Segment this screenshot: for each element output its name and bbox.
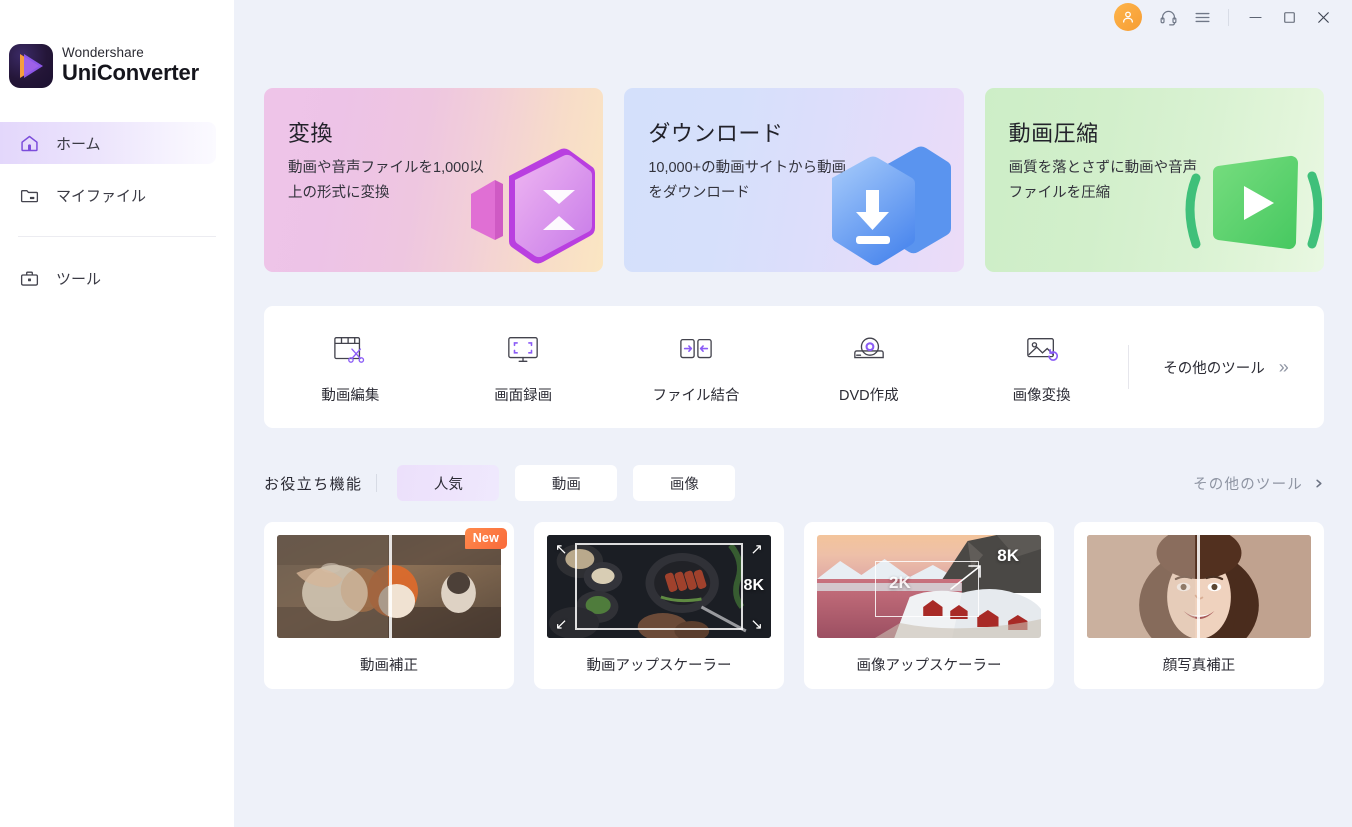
resolution-label-8k: 8K — [997, 546, 1019, 565]
filter-chip-video[interactable]: 動画 — [515, 465, 618, 501]
download-icon — [812, 132, 962, 272]
folder-icon — [18, 184, 40, 206]
tool-screen-record[interactable]: 画面録画 — [437, 330, 610, 405]
close-icon[interactable] — [1306, 0, 1340, 34]
more-tools-label: その他のツール — [1163, 360, 1265, 377]
resolution-label-8k: 8K — [743, 577, 764, 594]
tool-merge-files[interactable]: ファイル結合 — [610, 330, 783, 405]
support-headset-icon[interactable] — [1151, 0, 1185, 34]
tool-label: ファイル結合 — [652, 387, 740, 404]
tool-dvd-burn[interactable]: DVD作成 — [782, 330, 955, 405]
tool-label: DVD作成 — [838, 387, 899, 404]
feature-grid: New 動画補正 ↖ ↗ ↙ ↘ 8K 動画アップスケーラー 2K 8K 画像ア… — [264, 522, 1324, 689]
filter-divider — [376, 474, 378, 492]
grid-card-video-upscaler[interactable]: ↖ ↗ ↙ ↘ 8K 動画アップスケーラー — [534, 522, 784, 689]
hamburger-menu-icon[interactable] — [1185, 0, 1219, 34]
filter-chip-image[interactable]: 画像 — [633, 465, 736, 501]
feature-card-convert[interactable]: 変換 動画や音声ファイルを1,000以上の形式に変換 — [264, 88, 604, 272]
grid-card-image-upscaler[interactable]: 2K 8K 画像アップスケーラー — [804, 522, 1054, 689]
home-icon — [18, 132, 40, 154]
merge-files-icon — [675, 330, 717, 370]
toolbox-icon — [18, 267, 40, 289]
upscale-arrow-icon: ↙ — [555, 616, 568, 633]
feature-card-row: 変換 動画や音声ファイルを1,000以上の形式に変換 ダウンロード 10,000… — [234, 34, 1352, 272]
grid-card-label: 顔写真補正 — [1162, 658, 1236, 674]
sidebar-item-label: ホーム — [56, 135, 101, 153]
compress-icon — [1172, 132, 1323, 272]
filter-chip-label: 画像 — [669, 476, 699, 493]
feature-card-title: 変換 — [288, 121, 334, 146]
sidebar-item-label: ツール — [56, 270, 102, 288]
upscale-arrow-icon — [950, 565, 981, 590]
maximize-icon[interactable] — [1272, 0, 1306, 34]
tool-label: 画像変換 — [1012, 387, 1071, 404]
convert-icon — [451, 132, 601, 272]
video-edit-scissors-icon — [329, 330, 371, 370]
mountain-upscale-thumbnail: 2K 8K — [817, 535, 1041, 638]
more-tools-link-label: その他のツール — [1193, 476, 1303, 493]
image-convert-icon — [1021, 330, 1063, 370]
grid-card-label: 動画アップスケーラー — [586, 658, 732, 674]
feature-card-download[interactable]: ダウンロード 10,000+の動画サイトから動画をダウンロード — [624, 88, 964, 272]
sidebar-item-tools[interactable]: ツール — [0, 257, 216, 299]
filter-chip-label: 人気 — [433, 476, 463, 493]
feature-card-title: ダウンロード — [648, 121, 784, 146]
sidebar-divider — [18, 236, 216, 237]
sidebar-item-myfiles[interactable]: マイファイル — [0, 174, 216, 216]
double-chevron-right-icon: » — [1278, 357, 1289, 377]
user-avatar-icon[interactable] — [1114, 3, 1142, 31]
application-window: Wondershare UniConverter ホーム マイファイル ツール … — [0, 0, 1352, 827]
grid-card-label: 画像アップスケーラー — [856, 658, 1002, 674]
sidebar-item-label: マイファイル — [56, 187, 147, 205]
portrait-before-after-thumbnail — [1087, 535, 1311, 638]
sidebar-nav: ホーム マイファイル ツール — [0, 122, 234, 299]
upscale-arrow-icon: ↖ — [555, 541, 568, 558]
sidebar-item-home[interactable]: ホーム — [0, 122, 216, 164]
resolution-label-2k: 2K — [889, 573, 911, 592]
upscale-arrow-icon: ↗ — [750, 541, 763, 558]
titlebar-divider — [1228, 8, 1229, 26]
tool-image-convert[interactable]: 画像変換 — [955, 330, 1128, 405]
app-logo: Wondershare UniConverter — [0, 0, 234, 88]
tool-video-edit[interactable]: 動画編集 — [264, 330, 437, 405]
grid-card-face-enhancer[interactable]: 顔写真補正 — [1074, 522, 1324, 689]
tools-panel: 動画編集 画面録画 ファイル結合 DVD作成 画像変換 その他のツール » — [264, 306, 1324, 428]
more-tools-button[interactable]: その他のツール » — [1127, 339, 1324, 395]
grid-card-video-enhancer[interactable]: New 動画補正 — [264, 522, 514, 689]
filter-chip-label: 動画 — [551, 476, 581, 493]
grid-card-label: 動画補正 — [360, 658, 418, 674]
upscale-arrow-icon: ↘ — [750, 616, 763, 633]
minimize-icon[interactable] — [1238, 0, 1272, 34]
dvd-burn-icon — [848, 330, 890, 370]
feature-card-compress[interactable]: 動画圧縮 画質を落とさずに動画や音声ファイルを圧縮 — [984, 88, 1324, 272]
wondershare-logo-icon — [9, 44, 53, 88]
filter-bar: お役立ち機能 人気 動画 画像 その他のツール — [264, 464, 1324, 502]
screen-record-icon — [502, 330, 544, 370]
tool-label: 画面録画 — [494, 387, 553, 404]
chevron-right-icon — [1316, 479, 1322, 487]
tool-label: 動画編集 — [321, 387, 380, 404]
sidebar: Wondershare UniConverter ホーム マイファイル ツール — [0, 0, 234, 827]
brand-name-bottom: UniConverter — [62, 59, 199, 85]
new-badge: New — [464, 528, 507, 549]
brand-name-top: Wondershare — [62, 45, 144, 61]
feature-card-title: 動画圧縮 — [1008, 121, 1099, 146]
food-upscale-thumbnail: ↖ ↗ ↙ ↘ 8K — [547, 535, 771, 638]
more-tools-link[interactable]: その他のツール — [1193, 473, 1324, 494]
cat-before-after-thumbnail — [277, 535, 501, 638]
window-titlebar — [234, 0, 1352, 34]
filter-bar-title: お役立ち機能 — [264, 475, 363, 493]
filter-chip-popular[interactable]: 人気 — [397, 465, 500, 501]
main-content: 変換 動画や音声ファイルを1,000以上の形式に変換 ダウンロード 10,000… — [234, 0, 1352, 827]
